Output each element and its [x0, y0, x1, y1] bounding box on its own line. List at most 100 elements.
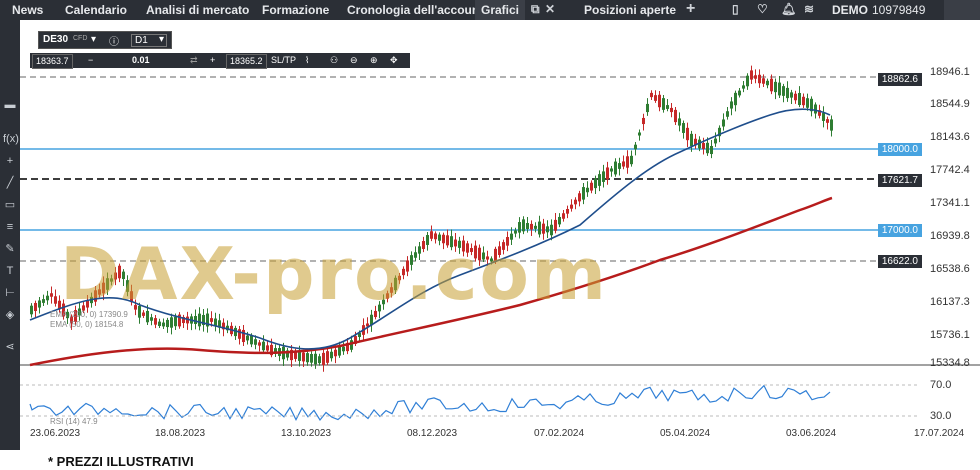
tab-posizioni-aperte[interactable]: Posizioni aperte: [584, 3, 676, 17]
fibonacci-icon[interactable]: ≡: [3, 220, 17, 234]
tab-cronologia-account[interactable]: Cronologia dell'account: [347, 3, 483, 17]
candle-body: [558, 216, 561, 225]
chevron-down-icon[interactable]: ▾: [91, 34, 96, 45]
indicator-icon[interactable]: ⌇: [305, 54, 309, 67]
candle-body: [630, 155, 633, 165]
avatar[interactable]: [944, 0, 980, 20]
zoom-out-icon[interactable]: ⊖: [350, 54, 358, 67]
plus-icon[interactable]: +: [210, 54, 215, 67]
panel-icon[interactable]: ▬: [3, 98, 17, 112]
candle-body: [690, 133, 693, 147]
function-icon[interactable]: f(x): [3, 132, 19, 146]
candle-body: [254, 339, 257, 345]
level-tag-16622: 16622.0: [877, 255, 922, 268]
candle-body: [214, 318, 217, 326]
candle-body: [554, 219, 557, 231]
candle-body: [710, 145, 713, 155]
candle-body: [266, 345, 269, 351]
ruler-icon[interactable]: ⊢: [3, 286, 17, 300]
candle-body: [330, 351, 333, 359]
tab-analisi-di-mercato[interactable]: Analisi di mercato: [146, 3, 249, 17]
candle-body: [802, 96, 805, 106]
close-tab-icon[interactable]: ✕: [545, 2, 555, 16]
x-tick: 07.02.2024: [534, 428, 585, 439]
candle-body: [174, 316, 177, 327]
pen-icon[interactable]: ✎: [3, 242, 17, 256]
price-chart[interactable]: DAX-pro.com 18862.6 18000.0 17621.7 1700…: [20, 20, 980, 450]
tab-grafici[interactable]: Grafici: [475, 0, 526, 20]
candle-body: [582, 187, 585, 200]
share-icon[interactable]: ⋖: [3, 340, 17, 354]
candle-body: [626, 156, 629, 168]
candle-body: [742, 85, 745, 89]
tab-calendario[interactable]: Calendario: [65, 3, 127, 17]
level-tag-17000: 17000.0: [877, 224, 922, 237]
candle-body: [566, 208, 569, 214]
candle-body: [598, 174, 601, 186]
candle-body: [586, 187, 589, 193]
candle-body: [666, 105, 669, 109]
candle-body: [310, 353, 313, 363]
symbol-label[interactable]: DE30: [43, 34, 68, 45]
candle-body: [258, 342, 261, 346]
candle-body: [654, 95, 657, 101]
candle-body: [298, 351, 301, 361]
favorite-icon[interactable]: ♡: [757, 2, 768, 16]
level-tag-18000: 18000.0: [877, 143, 922, 156]
account-indicator[interactable]: DEMO 10979849: [832, 3, 925, 17]
swap-icon[interactable]: ⇄: [190, 54, 198, 67]
candle-body: [34, 302, 37, 312]
candle-body: [826, 119, 829, 123]
candle-body: [706, 142, 709, 154]
candle-body: [762, 78, 765, 84]
candle-body: [322, 352, 325, 366]
sltp-button[interactable]: SL/TP: [271, 54, 296, 67]
illustrative-prices-note: * PREZZI ILLUSTRATIVI: [48, 454, 194, 469]
volume-input[interactable]: 0.01: [132, 54, 150, 67]
move-icon[interactable]: ✥: [390, 54, 398, 67]
rectangle-icon[interactable]: ▭: [3, 198, 17, 212]
info-icon[interactable]: ⓘ: [109, 33, 119, 48]
zoom-in-icon[interactable]: ⊕: [370, 54, 378, 67]
top-navigation-bar: News Calendario Analisi di mercato Forma…: [0, 0, 980, 20]
ask-price[interactable]: 18365.2: [226, 54, 267, 69]
candle-body: [794, 93, 797, 101]
candle-body: [622, 161, 625, 167]
chevron-down-icon[interactable]: ▾: [159, 34, 164, 45]
candle-body: [54, 296, 57, 304]
text-icon[interactable]: T: [3, 264, 17, 278]
tab-formazione[interactable]: Formazione: [262, 3, 329, 17]
y-tick: 18946.1: [930, 66, 970, 78]
candle-body: [238, 329, 241, 339]
layout-icon[interactable]: ▯: [732, 2, 739, 16]
candle-body: [662, 98, 665, 110]
notifications-icon[interactable]: 🔔︎: [781, 2, 796, 16]
instrument-type: CFD: [73, 35, 88, 42]
candle-body: [342, 346, 345, 352]
trendline-icon[interactable]: ╱: [3, 176, 17, 190]
candle-body: [194, 316, 197, 324]
candle-body: [522, 219, 525, 232]
candle-body: [722, 119, 725, 127]
y-tick: 18544.9: [930, 98, 970, 110]
bid-price[interactable]: 18363.7: [32, 54, 73, 69]
candle-body: [162, 322, 165, 327]
detach-window-icon[interactable]: ⧉: [531, 2, 540, 17]
candle-body: [294, 352, 297, 359]
minus-icon[interactable]: −: [88, 54, 93, 67]
x-tick: 17.07.2024: [914, 428, 965, 439]
rsi-tick: 30.0: [930, 410, 952, 422]
candle-body: [682, 123, 685, 133]
candle-body: [814, 104, 817, 114]
add-tab-icon[interactable]: +: [686, 0, 695, 18]
tab-news[interactable]: News: [12, 3, 43, 17]
instrument-selector[interactable]: DE30 CFD ▾ ⓘ D1 ▾: [38, 31, 172, 49]
candle-body: [750, 70, 753, 80]
layers-icon[interactable]: ◈: [3, 308, 17, 322]
candle-body: [262, 341, 265, 351]
crosshair-icon[interactable]: +: [3, 154, 17, 168]
y-tick: 17742.4: [930, 164, 970, 176]
rsi-legend: RSI (14) 47.9: [50, 417, 98, 426]
template-icon[interactable]: ⚇: [330, 54, 338, 67]
trade-toolbar: 18363.7 − 0.01 ⇄ + 18365.2 SL/TP ⌇ ⚇ ⊖ ⊕…: [30, 53, 410, 69]
